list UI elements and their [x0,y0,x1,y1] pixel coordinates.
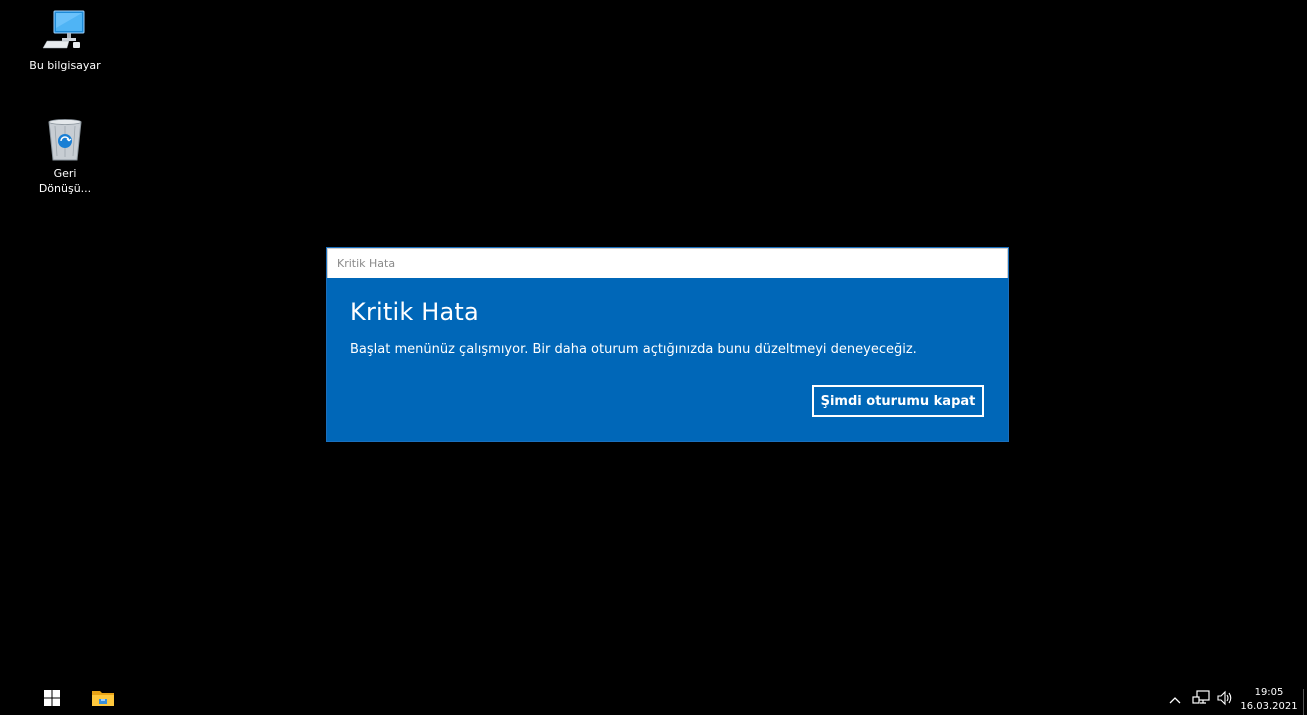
sign-out-now-button[interactable]: Şimdi oturumu kapat [812,385,984,417]
show-desktop-button[interactable] [1303,689,1304,715]
desktop: Bu bilgisayar Geri Dönüşü... Kritik Hata… [0,0,1307,715]
windows-logo-icon [44,690,60,710]
show-hidden-icons-button[interactable] [1166,685,1184,715]
dialog-heading: Kritik Hata [350,298,479,326]
start-button[interactable] [36,685,68,715]
taskbar: 19:05 16.03.2021 [0,685,1307,715]
clock-date: 16.03.2021 [1240,701,1298,712]
network-button[interactable] [1190,685,1212,715]
computer-icon [41,8,89,56]
volume-button[interactable] [1214,685,1236,715]
volume-icon [1216,690,1234,710]
desktop-icon-label: Bu bilgisayar [29,59,101,72]
file-explorer-icon [91,688,115,712]
dialog-title-bar: Kritik Hata [327,248,1008,278]
desktop-icon-recycle-bin[interactable]: Geri Dönüşü... [27,116,103,196]
dialog-message: Başlat menünüz çalışmıyor. Bir daha otur… [350,342,917,357]
file-explorer-button[interactable] [86,685,120,715]
chevron-up-icon [1169,693,1181,708]
network-icon [1192,690,1210,710]
clock[interactable]: 19:05 16.03.2021 [1240,685,1298,715]
recycle-bin-icon [41,116,89,164]
critical-error-dialog: Kritik Hata Kritik Hata Başlat menünüz ç… [327,248,1008,441]
desktop-icon-label: Geri Dönüşü... [38,167,92,195]
clock-time: 19:05 [1254,687,1284,698]
desktop-icon-this-pc[interactable]: Bu bilgisayar [27,8,103,73]
